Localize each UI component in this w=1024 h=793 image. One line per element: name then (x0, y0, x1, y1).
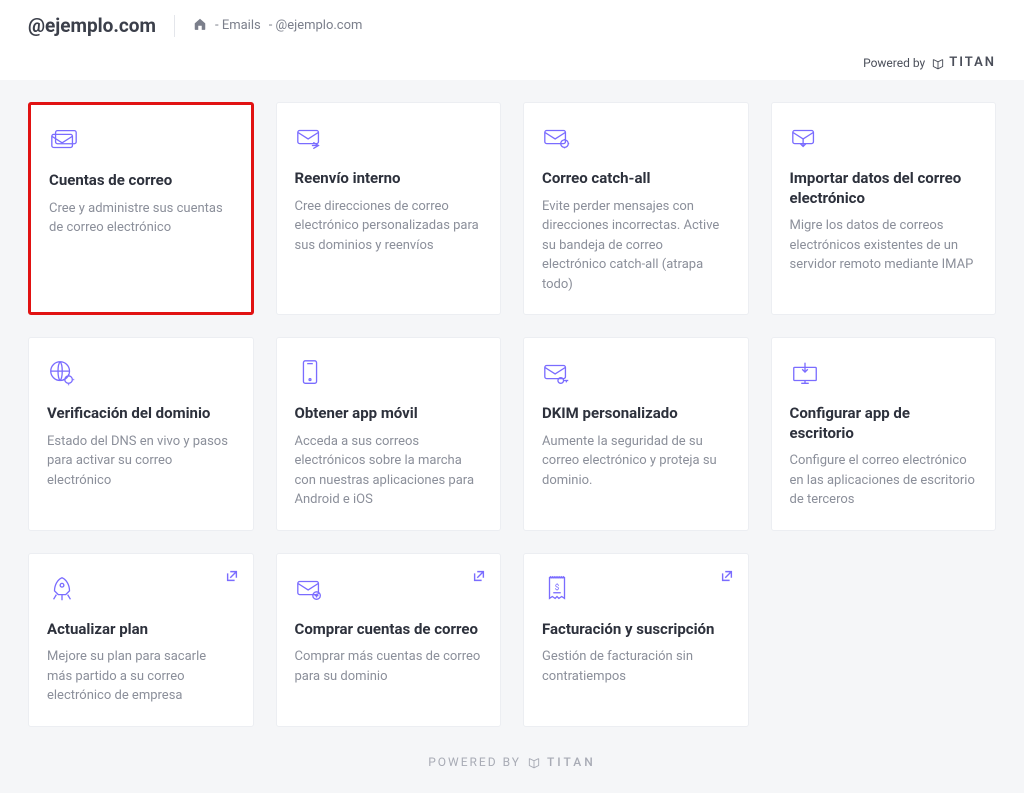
globe-settings-icon (47, 356, 235, 390)
card-desc: Estado del DNS en vivo y pasos para acti… (47, 432, 235, 491)
breadcrumb[interactable]: - Emails - @ejemplo.com (193, 17, 362, 35)
card-desc: Migre los datos de correos electrónicos … (790, 216, 978, 275)
desktop-download-icon (790, 356, 978, 390)
external-link-icon (720, 568, 734, 587)
mail-key-icon (542, 356, 730, 390)
mail-add-icon (295, 572, 483, 606)
card-title: Obtener app móvil (295, 404, 483, 424)
home-icon[interactable] (193, 17, 207, 35)
card-cuentas-de-correo[interactable]: Cuentas de correo Cree y administre sus … (28, 102, 254, 315)
card-dkim-personalizado[interactable]: DKIM personalizado Aumente la seguridad … (523, 337, 749, 531)
card-title: Reenvío interno (295, 169, 483, 189)
card-title: Configurar app de escritorio (790, 404, 978, 443)
card-desc: Comprar más cuentas de correo para su do… (295, 647, 483, 686)
card-verificacion-dominio[interactable]: Verificación del dominio Estado del DNS … (28, 337, 254, 531)
card-desc: Configure el correo electrónico en las a… (790, 451, 978, 510)
card-title: DKIM personalizado (542, 404, 730, 424)
powered-by-top: Powered by TITAN (0, 51, 1024, 80)
card-title: Correo catch-all (542, 169, 730, 189)
card-correo-catch-all[interactable]: Correo catch-all Evite perder mensajes c… (523, 102, 749, 315)
card-title: Comprar cuentas de correo (295, 620, 483, 640)
card-title: Facturación y suscripción (542, 620, 730, 640)
card-title: Verificación del dominio (47, 404, 235, 424)
breadcrumb-emails[interactable]: - Emails (215, 18, 261, 33)
breadcrumb-domain: - @ejemplo.com (269, 18, 363, 33)
card-comprar-cuentas[interactable]: Comprar cuentas de correo Comprar más cu… (276, 553, 502, 727)
header: @ejemplo.com - Emails - @ejemplo.com (0, 0, 1024, 51)
card-obtener-app-movil[interactable]: Obtener app móvil Acceda a sus correos e… (276, 337, 502, 531)
card-title: Cuentas de correo (49, 171, 233, 191)
mail-accounts-icon (49, 123, 233, 157)
mobile-icon (295, 356, 483, 390)
main-content: Cuentas de correo Cree y administre sus … (0, 80, 1024, 793)
mail-forward-icon (295, 121, 483, 155)
card-title: Actualizar plan (47, 620, 235, 640)
card-desc: Aumente la seguridad de su correo electr… (542, 432, 730, 491)
external-link-icon (472, 568, 486, 587)
external-link-icon (225, 568, 239, 587)
footer-label: POWERED BY (428, 755, 521, 769)
card-desc: Evite perder mensajes con direcciones in… (542, 197, 730, 295)
card-reenvio-interno[interactable]: Reenvío interno Cree direcciones de corr… (276, 102, 502, 315)
mail-settings-icon (542, 121, 730, 155)
invoice-icon: $ (542, 572, 730, 606)
powered-label: Powered by (863, 56, 925, 70)
card-desc: Cree y administre sus cuentas de correo … (49, 199, 233, 238)
vertical-divider (174, 15, 175, 37)
card-facturacion-suscripcion[interactable]: $ Facturación y suscripción Gestión de f… (523, 553, 749, 727)
card-desc: Mejore su plan para sacarle más partido … (47, 647, 235, 706)
card-configurar-escritorio[interactable]: Configurar app de escritorio Configure e… (771, 337, 997, 531)
card-importar-datos[interactable]: Importar datos del correo electrónico Mi… (771, 102, 997, 315)
footer-brand: TITAN (547, 755, 596, 769)
titan-logo-icon (527, 755, 541, 769)
svg-text:$: $ (555, 581, 560, 592)
rocket-icon (47, 572, 235, 606)
card-title: Importar datos del correo electrónico (790, 169, 978, 208)
card-actualizar-plan[interactable]: Actualizar plan Mejore su plan para saca… (28, 553, 254, 727)
card-grid: Cuentas de correo Cree y administre sus … (28, 102, 996, 727)
card-desc: Cree direcciones de correo electrónico p… (295, 197, 483, 256)
titan-logo: TITAN (931, 55, 996, 70)
mail-import-icon (790, 121, 978, 155)
card-desc: Acceda a sus correos electrónicos sobre … (295, 432, 483, 510)
card-desc: Gestión de facturación sin contratiempos (542, 647, 730, 686)
page-title: @ejemplo.com (28, 14, 156, 37)
footer-powered-by: POWERED BY TITAN (28, 727, 996, 769)
